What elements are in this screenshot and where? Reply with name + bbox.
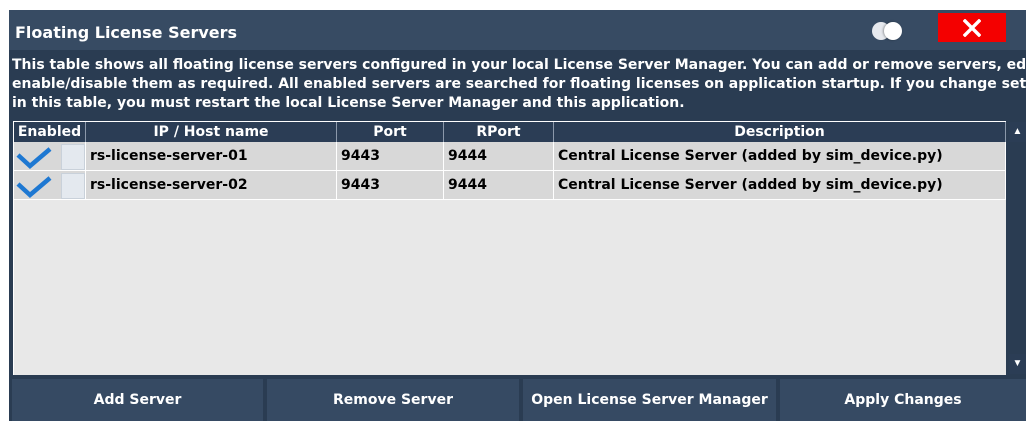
column-header-host[interactable]: IP / Host name xyxy=(86,122,337,142)
port-cell[interactable]: 9443 xyxy=(337,142,444,171)
checkbox-box xyxy=(61,173,85,199)
toggle-switch[interactable] xyxy=(872,22,908,40)
description-line: enable/disable them as required. All ena… xyxy=(12,76,1026,92)
close-button[interactable] xyxy=(938,13,1006,42)
description-line: in this table, you must restart the loca… xyxy=(12,95,685,111)
floating-license-servers-dialog: Floating License Servers This table show… xyxy=(9,10,1026,421)
arrow-down-icon: ▼ xyxy=(1012,358,1023,369)
scroll-down-button[interactable]: ▼ xyxy=(1009,354,1026,374)
description-cell[interactable]: Central License Server (added by sim_dev… xyxy=(554,171,1006,200)
title-bar: Floating License Servers xyxy=(9,10,1026,50)
enabled-checkbox[interactable] xyxy=(14,171,86,200)
enabled-checkbox[interactable] xyxy=(14,142,86,171)
remove-server-button[interactable]: Remove Server xyxy=(267,379,519,421)
toggle-knob xyxy=(884,22,902,40)
checkbox-box xyxy=(61,144,85,170)
license-servers-table: Enabled IP / Host name Port RPort Descri… xyxy=(13,121,1006,375)
column-header-enabled[interactable]: Enabled xyxy=(14,122,86,142)
rport-cell[interactable]: 9444 xyxy=(444,142,554,171)
description-cell[interactable]: Central License Server (added by sim_dev… xyxy=(554,142,1006,171)
rport-cell[interactable]: 9444 xyxy=(444,171,554,200)
column-header-port[interactable]: Port xyxy=(337,122,444,142)
table-row[interactable]: rs-license-server-01 9443 9444 Central L… xyxy=(14,142,1006,171)
vertical-scrollbar[interactable]: ▲ ▼ xyxy=(1009,122,1026,374)
checkmark-icon xyxy=(16,147,52,169)
host-cell[interactable]: rs-license-server-01 xyxy=(86,142,337,171)
add-server-button[interactable]: Add Server xyxy=(12,379,263,421)
port-cell[interactable]: 9443 xyxy=(337,171,444,200)
host-cell[interactable]: rs-license-server-02 xyxy=(86,171,337,200)
open-license-server-manager-button[interactable]: Open License Server Manager xyxy=(523,379,776,421)
scroll-up-button[interactable]: ▲ xyxy=(1009,122,1026,142)
column-header-description[interactable]: Description xyxy=(554,122,1006,142)
apply-changes-button[interactable]: Apply Changes xyxy=(780,379,1026,421)
table-row[interactable]: rs-license-server-02 9443 9444 Central L… xyxy=(14,171,1006,200)
arrow-up-icon: ▲ xyxy=(1012,126,1023,137)
close-icon xyxy=(963,19,981,37)
dialog-title: Floating License Servers xyxy=(15,23,238,42)
description-text: This table shows all floating license se… xyxy=(12,56,1026,122)
column-header-rport[interactable]: RPort xyxy=(444,122,554,142)
description-line: This table shows all floating license se… xyxy=(12,57,1026,73)
checkmark-icon xyxy=(16,176,52,198)
